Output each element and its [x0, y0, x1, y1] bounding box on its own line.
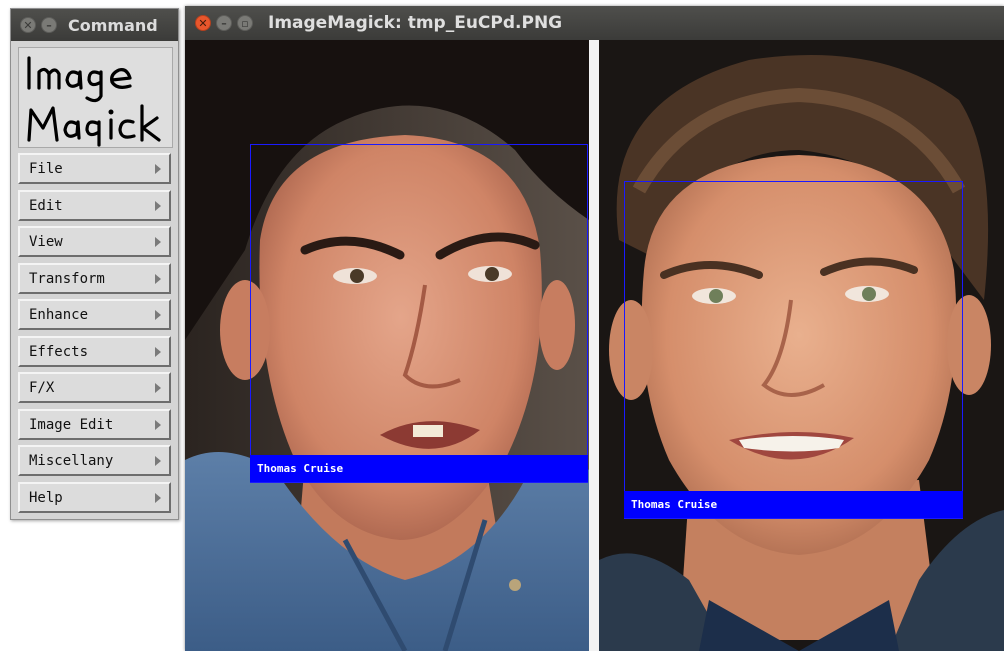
image-titlebar[interactable]: ✕ – ▫ ImageMagick: tmp_EuCPd.PNG — [185, 6, 1004, 40]
minimize-icon[interactable]: – — [216, 15, 232, 31]
menu-file-label: File — [29, 160, 63, 177]
menu-transform-button[interactable]: Transform — [18, 263, 171, 294]
face-bounding-box — [250, 144, 588, 483]
triangle-right-icon — [155, 309, 161, 320]
triangle-right-icon — [155, 419, 161, 430]
triangle-right-icon — [155, 200, 161, 211]
maximize-icon[interactable]: ▫ — [237, 15, 253, 31]
triangle-right-icon — [155, 163, 161, 174]
menu-enhance-label: Enhance — [29, 306, 89, 323]
menu-fx-button[interactable]: F/X — [18, 372, 171, 403]
command-titlebar[interactable]: ✕ – Command — [11, 9, 178, 41]
image-window: ✕ – ▫ ImageMagick: tmp_EuCPd.PNG Thomas … — [185, 6, 1004, 651]
triangle-right-icon — [155, 273, 161, 284]
menu-help-label: Help — [29, 489, 63, 506]
menu-edit-button[interactable]: Edit — [18, 190, 171, 221]
triangle-right-icon — [155, 236, 161, 247]
triangle-right-icon — [155, 346, 161, 357]
menu-fx-label: F/X — [29, 379, 55, 396]
menu-miscellany-label: Miscellany — [29, 452, 114, 469]
image-window-title: ImageMagick: tmp_EuCPd.PNG — [268, 13, 563, 33]
menu-file-button[interactable]: File — [18, 153, 171, 184]
menu-view-button[interactable]: View — [18, 226, 171, 257]
menu-image-edit-label: Image Edit — [29, 416, 114, 433]
image-divider — [589, 40, 599, 651]
triangle-right-icon — [155, 382, 161, 393]
face-bounding-box — [624, 181, 963, 519]
menu-miscellany-button[interactable]: Miscellany — [18, 445, 171, 476]
triangle-right-icon — [155, 492, 161, 503]
face-label: Thomas Cruise — [250, 455, 588, 482]
command-window-title: Command — [68, 15, 158, 35]
face-label: Thomas Cruise — [624, 491, 963, 518]
close-icon[interactable]: ✕ — [195, 15, 211, 31]
menu-effects-label: Effects — [29, 343, 89, 360]
triangle-right-icon — [155, 455, 161, 466]
menu-effects-button[interactable]: Effects — [18, 336, 171, 367]
close-icon[interactable]: ✕ — [20, 17, 36, 33]
imagemagick-logo — [18, 47, 173, 148]
menu-transform-label: Transform — [29, 270, 105, 287]
menu-image-edit-button[interactable]: Image Edit — [18, 409, 171, 440]
image-canvas[interactable]: Thomas Cruise Thomas Cruise — [185, 40, 1004, 651]
command-window: ✕ – Command File Edit View Transform Enh… — [10, 8, 179, 520]
menu-view-label: View — [29, 233, 63, 250]
menu-enhance-button[interactable]: Enhance — [18, 299, 171, 330]
menu-edit-label: Edit — [29, 197, 63, 214]
minimize-icon[interactable]: – — [41, 17, 57, 33]
menu-help-button[interactable]: Help — [18, 482, 171, 513]
